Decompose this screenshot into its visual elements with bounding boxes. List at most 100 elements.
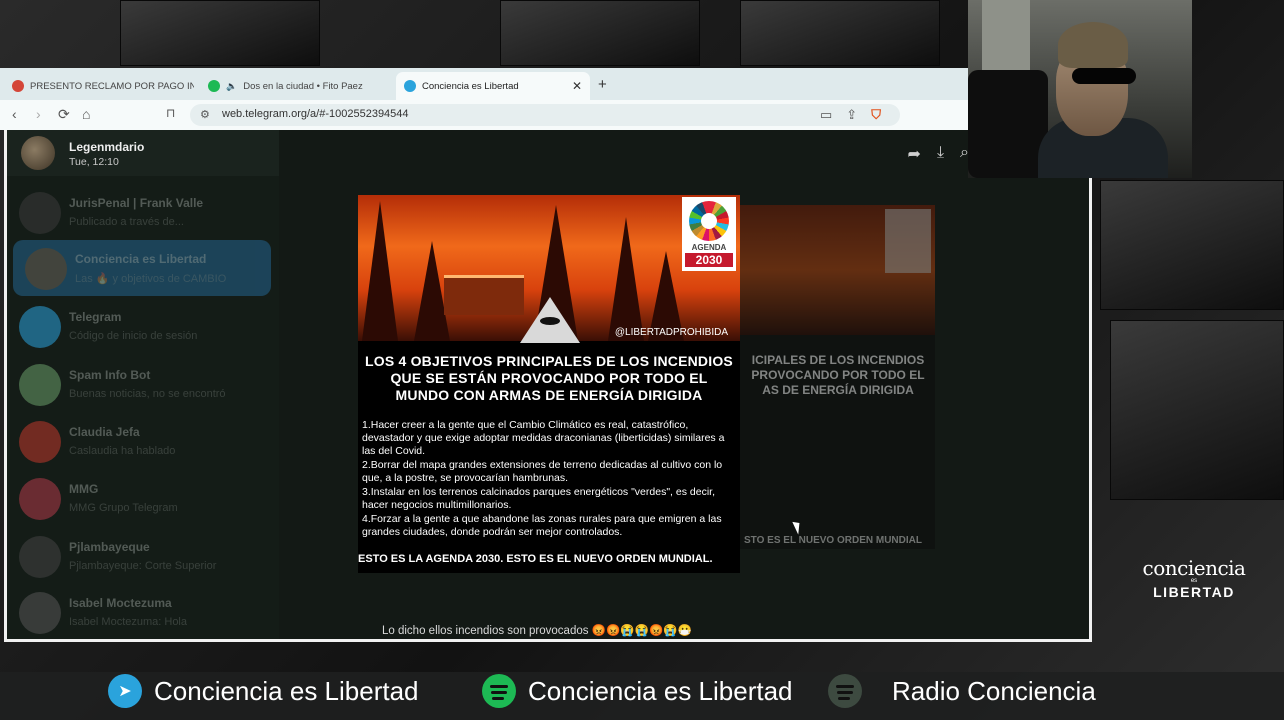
avatar: [19, 478, 61, 520]
spotify-icon: [482, 674, 516, 708]
chat-name: Spam Info Bot: [69, 368, 151, 382]
back-icon[interactable]: ‹: [12, 106, 17, 122]
brand-line-3: LIBERTAD: [1153, 584, 1235, 600]
chat-name: Isabel Moctezuma: [69, 596, 172, 610]
url-field[interactable]: ⚙ web.telegram.org/a/#-1002552394544: [190, 104, 900, 126]
address-bar: ‹ › ⟳ ⌂ ⊓ ⚙ web.telegram.org/a/#-1002552…: [0, 100, 968, 130]
bg-tile: [1110, 320, 1284, 500]
avatar: [19, 421, 61, 463]
chat-preview: Caslaudia ha hablado: [69, 445, 176, 457]
cast-icon[interactable]: ▭: [820, 107, 832, 123]
bg-tile: [120, 0, 320, 66]
headline-line: MUNDO CON ARMAS DE ENERGÍA DIRIGIDA: [395, 387, 703, 403]
spotify-icon: [828, 674, 862, 708]
agenda-label: AGENDA: [691, 243, 727, 252]
brand-logo: conciencia es LIBERTAD: [1128, 556, 1260, 600]
avatar: [19, 592, 61, 634]
list-item: 1.Hacer creer a la gente que el Cambio C…: [362, 419, 725, 457]
list-item: 4.Forzar a la gente a que abandone las z…: [362, 513, 722, 538]
chat-item[interactable]: Telegram Código de inicio de sesión: [7, 298, 279, 354]
webcam-sunglasses: [1072, 68, 1136, 84]
bookmark-icon[interactable]: ⊓: [166, 106, 175, 120]
background-message-image: ICIPALES DE LOS INCENDIOS PROVOCANDO POR…: [740, 205, 935, 549]
chat-item[interactable]: Pjlambayeque Pjlambayeque: Corte Superio…: [7, 528, 279, 584]
chat-preview: MMG Grupo Telegram: [69, 502, 178, 514]
sdg-wheel-icon: [689, 201, 729, 241]
telegram-icon: [404, 80, 416, 92]
tree-shape: [608, 217, 644, 341]
ghost-footer: STO ES EL NUEVO ORDEN MUNDIAL: [744, 535, 922, 546]
chat-item[interactable]: JurisPenal | Frank Valle Publicado a tra…: [7, 184, 279, 240]
post-headline: LOS 4 OBJETIVOS PRINCIPALES DE LOS INCEN…: [358, 353, 740, 404]
watermark-handle: @LIBERTADPROHIBIDA: [614, 327, 728, 338]
avatar: [19, 306, 61, 348]
forward-icon[interactable]: ➦: [908, 144, 921, 164]
tree-shape: [362, 201, 398, 341]
reload-icon[interactable]: ⟳: [58, 106, 70, 123]
chat-preview: Buenas noticias, no se encontró: [69, 388, 226, 400]
social-telegram: ➤ Conciencia es Libertad: [108, 674, 419, 708]
chat-item[interactable]: MMG MMG Grupo Telegram: [7, 470, 279, 526]
chat-preview: Pjlambayeque: Corte Superior: [69, 560, 217, 572]
forward-icon[interactable]: ›: [36, 106, 41, 122]
tab-bar: PRESENTO RECLAMO POR PAGO IN 🔈 Dos en la…: [0, 68, 968, 100]
chat-preview: Isabel Moctezuma: Hola: [69, 616, 187, 628]
agenda-2030-logo: AGENDA 2030: [682, 197, 736, 271]
chat-sidebar: Legenmdario Tue, 12:10 JurisPenal | Fran…: [7, 130, 279, 639]
brave-shield-icon[interactable]: ⛉: [871, 107, 881, 123]
webcam-overlay: [968, 0, 1192, 178]
tab-label: Dos en la ciudad • Fito Paez: [243, 80, 363, 92]
site-settings-icon[interactable]: ⚙: [200, 108, 210, 121]
chat-name: MMG: [69, 482, 99, 496]
avatar: [25, 248, 67, 290]
bg-tile: [500, 0, 700, 66]
spotify-icon: [208, 80, 220, 92]
media-viewer-sender[interactable]: Legenmdario Tue, 12:10: [7, 130, 279, 176]
objectives-list: 1.Hacer creer a la gente que el Cambio C…: [362, 419, 740, 540]
new-tab-button[interactable]: +: [598, 76, 607, 93]
close-icon[interactable]: ✕: [572, 79, 582, 93]
agenda-year: 2030: [685, 253, 733, 267]
chat-name: Telegram: [69, 310, 122, 324]
stream-bottom-bar: ➤ Conciencia es Libertad Conciencia es L…: [0, 672, 1284, 720]
tab-telegram[interactable]: Conciencia es Libertad ✕: [396, 72, 590, 100]
chat-preview: Código de inicio de sesión: [69, 330, 198, 342]
url-text: web.telegram.org/a/#-1002552394544: [222, 108, 409, 120]
chat-item[interactable]: Claudia Jefa Caslaudia ha hablado: [7, 413, 279, 469]
avatar: [19, 192, 61, 234]
agenda-logo: [885, 209, 931, 273]
list-item: 2.Borrar del mapa grandes extensiones de…: [362, 459, 723, 484]
sender-name: Legenmdario: [69, 140, 145, 154]
media-viewer-toolbar: ➦ ⤓ ⌕: [908, 144, 969, 164]
home-icon[interactable]: ⌂: [82, 106, 90, 122]
address-icons: ▭ ⇪ ⛉: [820, 107, 881, 123]
burning-house: [444, 275, 524, 315]
tab-spotify[interactable]: 🔈 Dos en la ciudad • Fito Paez: [200, 72, 390, 100]
ghost-headline: ICIPALES DE LOS INCENDIOS PROVOCANDO POR…: [751, 353, 925, 397]
chat-item[interactable]: Spam Info Bot Buenas noticias, no se enc…: [7, 356, 279, 412]
social-label: Conciencia es Libertad: [154, 675, 419, 706]
gmail-icon: [12, 80, 24, 92]
share-icon[interactable]: ⇪: [846, 107, 857, 123]
chat-item-selected[interactable]: Conciencia es Libertad Las 🔥 y objetivos…: [13, 240, 271, 296]
headline-line: LOS 4 OBJETIVOS PRINCIPALES DE LOS INCEN…: [365, 353, 733, 369]
avatar: [21, 136, 55, 170]
chat-item[interactable]: Isabel Moctezuma Isabel Moctezuma: Hola: [7, 584, 279, 639]
browser-window: PRESENTO RECLAMO POR PAGO IN 🔈 Dos en la…: [0, 68, 968, 130]
telegram-icon: ➤: [108, 674, 142, 708]
chat-name: Pjlambayeque: [69, 540, 150, 554]
social-label: Radio Conciencia: [892, 675, 1096, 706]
tab-label: PRESENTO RECLAMO POR PAGO IN: [30, 80, 194, 92]
brand-line-1: conciencia: [1142, 556, 1246, 580]
eye-icon: [538, 315, 562, 327]
media-image[interactable]: AGENDA 2030 @LIBERTADPROHIBIDA LOS 4 OBJ…: [358, 195, 740, 573]
list-item: 3.Instalar en los terrenos calcinados pa…: [362, 486, 715, 511]
webcam-chair: [968, 70, 1048, 178]
social-radio: Radio Conciencia: [828, 674, 1096, 708]
avatar: [19, 536, 61, 578]
chat-name: Claudia Jefa: [69, 425, 140, 439]
social-label: Conciencia es Libertad: [528, 675, 793, 706]
tab-label: Conciencia es Libertad: [422, 80, 519, 92]
tab-gmail[interactable]: PRESENTO RECLAMO POR PAGO IN: [4, 72, 194, 100]
download-icon[interactable]: ⤓: [937, 144, 944, 164]
